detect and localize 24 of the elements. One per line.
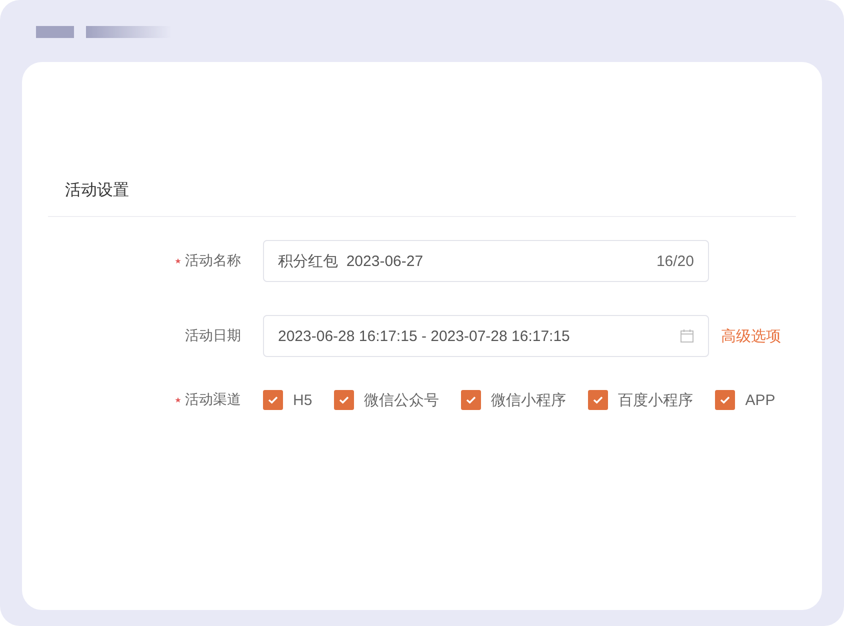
checkbox[interactable]: [461, 390, 482, 410]
checkbox-label: 微信公众号: [364, 390, 440, 410]
field-label: 活动日期: [185, 327, 241, 345]
character-counter: 16/20: [656, 252, 694, 270]
checkbox-label: H5: [293, 392, 312, 408]
checkbox[interactable]: [263, 390, 283, 410]
checkbox[interactable]: [588, 390, 608, 410]
section-title: 活动设置: [64, 181, 130, 201]
checkmark-icon: [339, 396, 350, 404]
checkbox-label: 百度小程序: [618, 390, 694, 410]
field-label: 活动渠道: [185, 391, 241, 409]
checkmark-icon: [593, 396, 604, 404]
checkbox[interactable]: [715, 390, 736, 410]
checkmark-icon: [720, 396, 730, 404]
checkbox[interactable]: [334, 390, 354, 410]
calendar-icon: [680, 329, 694, 343]
date-range-input[interactable]: 2023-06-28 16:17:15 - 2023-07-28 16:17:15: [263, 315, 709, 357]
checkmark-icon: [268, 396, 278, 404]
name-input[interactable]: 积分红包 2023-06-27 16/20: [263, 240, 709, 282]
field-label: 活动名称: [185, 252, 241, 270]
placeholder-bar: [36, 26, 74, 38]
checkbox-label: 微信小程序: [491, 390, 566, 410]
checkmark-icon: [466, 396, 476, 404]
checkbox-label: APP: [745, 392, 776, 408]
